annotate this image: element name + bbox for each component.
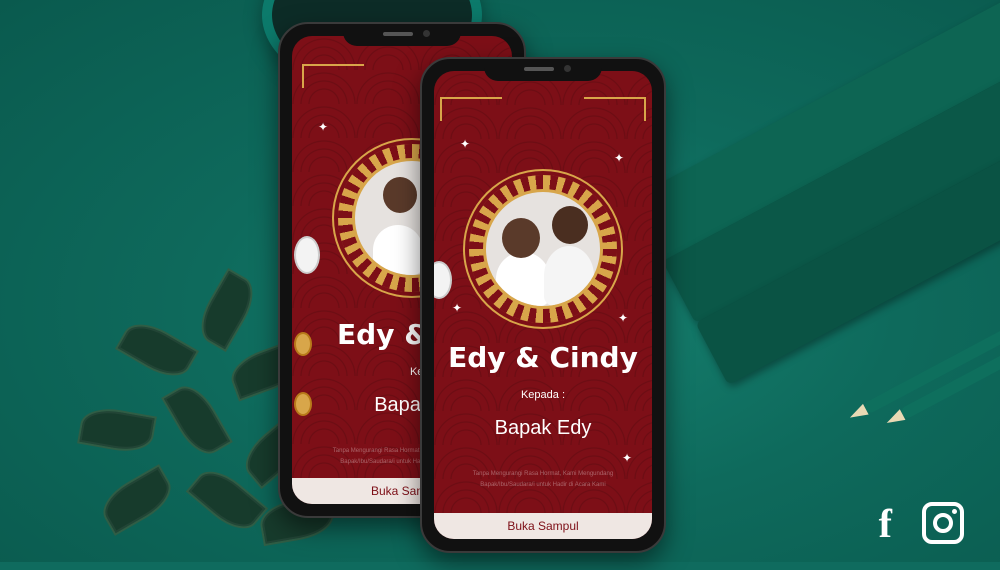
gold-corner (440, 97, 502, 121)
gold-corner (302, 64, 364, 88)
sparkle-icon: ✦ (613, 151, 624, 165)
guest-name: Bapak Edy (494, 417, 592, 439)
sparkle-icon: ✦ (621, 451, 632, 465)
sparkle-icon: ✦ (452, 301, 463, 315)
facebook-icon[interactable]: f (879, 504, 892, 544)
open-envelope-button[interactable]: Buka Sampul (434, 513, 652, 539)
invitation-note: Tanpa Mengurangi Rasa Hormat, Kami Mengu… (472, 471, 614, 488)
plate-decoration (294, 236, 320, 274)
couple-photo (483, 189, 603, 309)
phone-notch (484, 59, 602, 81)
gold-corner (584, 97, 646, 121)
kepada-label: Kepada : (520, 389, 566, 401)
leaf (161, 377, 233, 463)
leaf (77, 403, 157, 457)
coin-decoration (294, 392, 312, 416)
front-phone: ✦ ✦ ✦ ✦ ✦ Edy & Cindy Kepada : Bapak Edy… (420, 57, 666, 553)
sparkle-icon: ✦ (460, 137, 471, 151)
leaf (94, 464, 180, 536)
sparkle-icon: ✦ (617, 311, 628, 325)
leaf (114, 314, 200, 386)
phone-notch (343, 24, 461, 46)
couple-names: Edy & Cindy (448, 341, 638, 374)
photo-frame (469, 175, 617, 323)
sparkle-icon: ✦ (318, 120, 329, 134)
instagram-icon[interactable] (922, 502, 964, 544)
front-phone-screen: ✦ ✦ ✦ ✦ ✦ Edy & Cindy Kepada : Bapak Edy… (434, 71, 652, 539)
leaf (191, 267, 263, 353)
